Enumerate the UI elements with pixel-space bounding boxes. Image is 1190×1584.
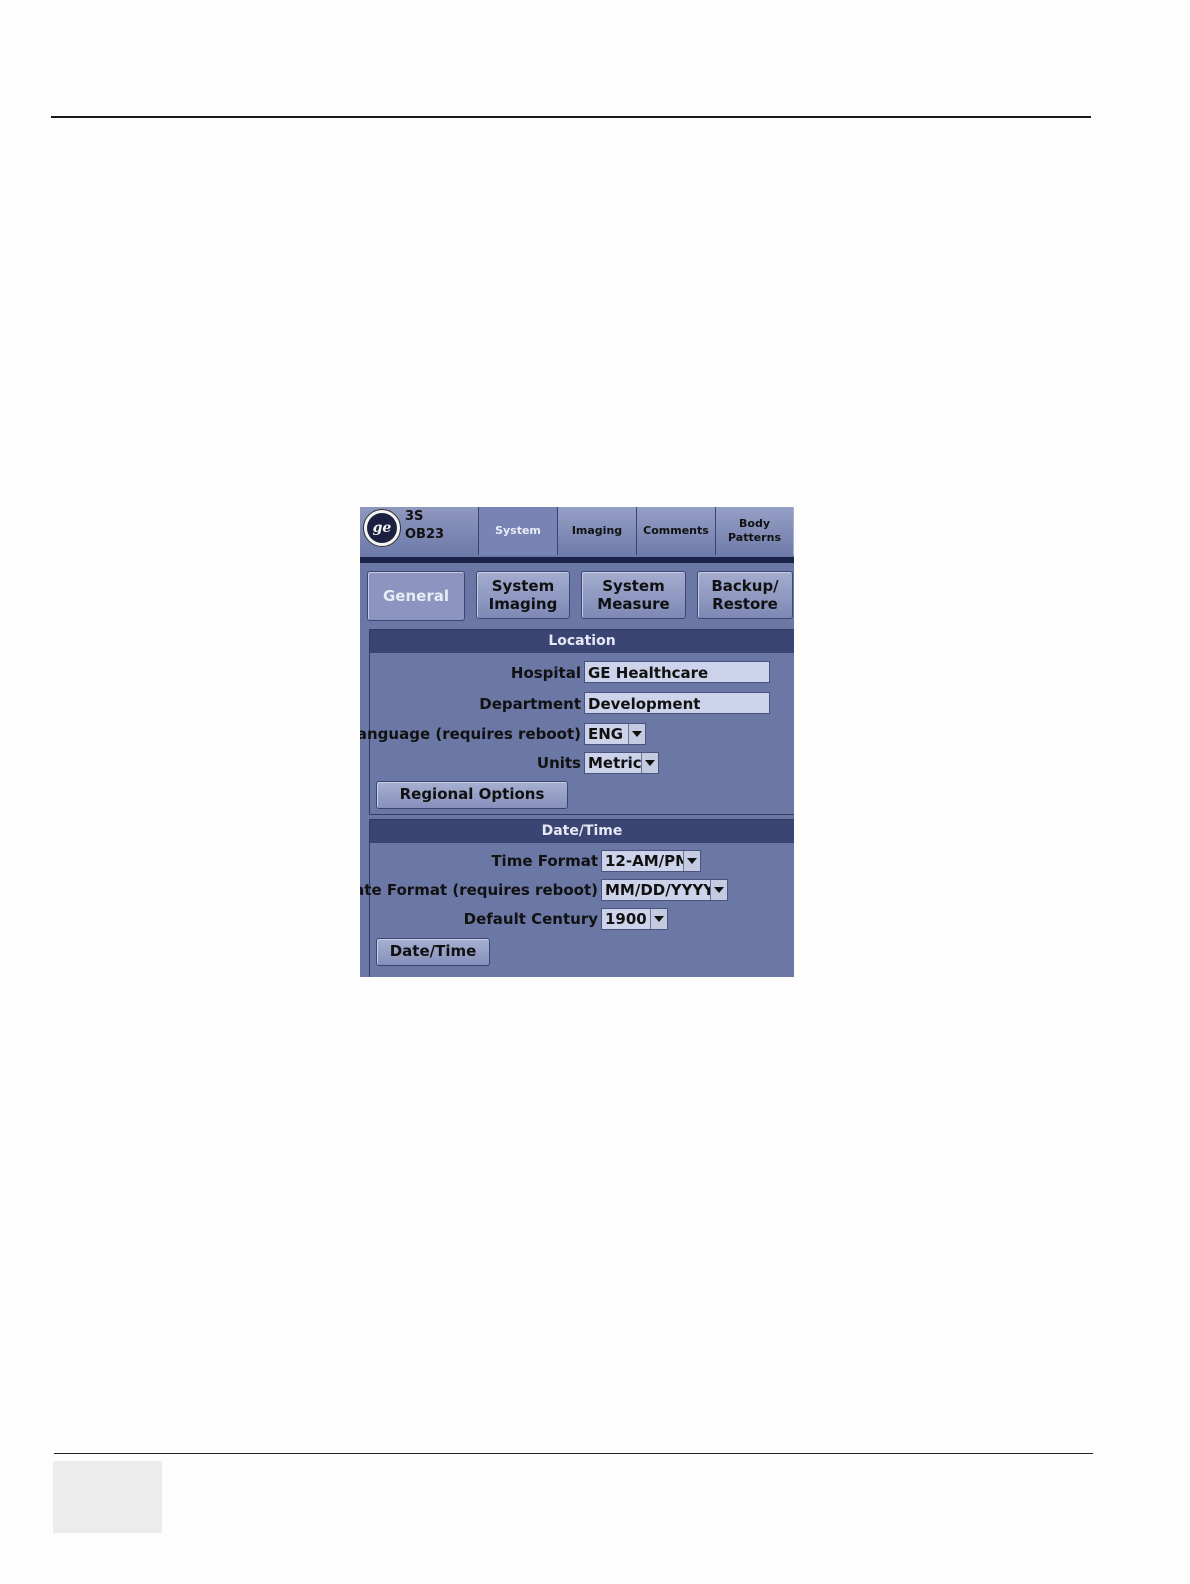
time-format-select[interactable]: 12-AM/PM — [601, 850, 701, 872]
tab-imaging[interactable]: Imaging — [557, 507, 637, 555]
language-value: ENG — [588, 725, 624, 743]
date-format-label: Date Format (requires reboot) — [360, 881, 598, 899]
datetime-header: Date/Time — [370, 820, 794, 843]
tab-comments[interactable]: Comments — [636, 507, 716, 555]
default-century-select[interactable]: 1900 — [601, 908, 668, 930]
department-field[interactable]: Development — [584, 692, 770, 714]
datetime-button[interactable]: Date/Time — [376, 938, 490, 966]
default-century-value: 1900 — [605, 910, 647, 928]
language-label: Language (requires reboot) — [360, 725, 581, 743]
footer-rule — [54, 1453, 1093, 1454]
hospital-label: Hospital — [510, 664, 581, 682]
subtab-system-imaging[interactable]: System Imaging — [476, 571, 570, 619]
probe-info: 3S OB23 — [405, 508, 444, 544]
chevron-down-icon[interactable] — [683, 851, 700, 871]
chevron-down-icon[interactable] — [628, 724, 645, 744]
subtab-system-measure[interactable]: System Measure — [581, 571, 686, 619]
units-value: Metric — [588, 754, 642, 772]
datetime-section: Date/Time Time Format 12-AM/PM Date Form… — [360, 819, 794, 977]
date-format-value: MM/DD/YYYY — [605, 881, 715, 899]
date-format-select[interactable]: MM/DD/YYYY — [601, 879, 728, 901]
ge-logo-icon: ge — [363, 509, 401, 547]
chevron-down-icon[interactable] — [650, 909, 667, 929]
default-century-label: Default Century — [463, 910, 598, 928]
header-rule — [51, 116, 1091, 118]
regional-options-button[interactable]: Regional Options — [376, 781, 568, 809]
subtab-general[interactable]: General — [367, 571, 465, 621]
units-select[interactable]: Metric — [584, 752, 659, 774]
time-format-value: 12-AM/PM — [605, 852, 691, 870]
department-label: Department — [479, 695, 581, 713]
tab-body-patterns[interactable]: Body Patterns — [715, 507, 794, 555]
chevron-down-icon[interactable] — [641, 753, 658, 773]
location-header: Location — [370, 630, 794, 653]
settings-screen: ge 3S OB23 System Imaging Comments Body … — [360, 507, 794, 977]
footer-box — [53, 1461, 162, 1533]
top-bar-divider — [360, 557, 794, 563]
probe-name: 3S — [405, 509, 424, 524]
units-label: Units — [536, 754, 581, 772]
preset-name: OB23 — [405, 527, 445, 542]
subtab-backup-restore[interactable]: Backup/ Restore — [697, 571, 793, 619]
hospital-field[interactable]: GE Healthcare — [584, 661, 770, 683]
location-section: Location Hospital GE Healthcare Departme… — [360, 629, 794, 815]
time-format-label: Time Format — [491, 852, 598, 870]
language-select[interactable]: ENG — [584, 723, 646, 745]
chevron-down-icon[interactable] — [710, 880, 727, 900]
top-bar: ge 3S OB23 System Imaging Comments Body … — [360, 507, 794, 557]
tab-system[interactable]: System — [478, 507, 558, 555]
